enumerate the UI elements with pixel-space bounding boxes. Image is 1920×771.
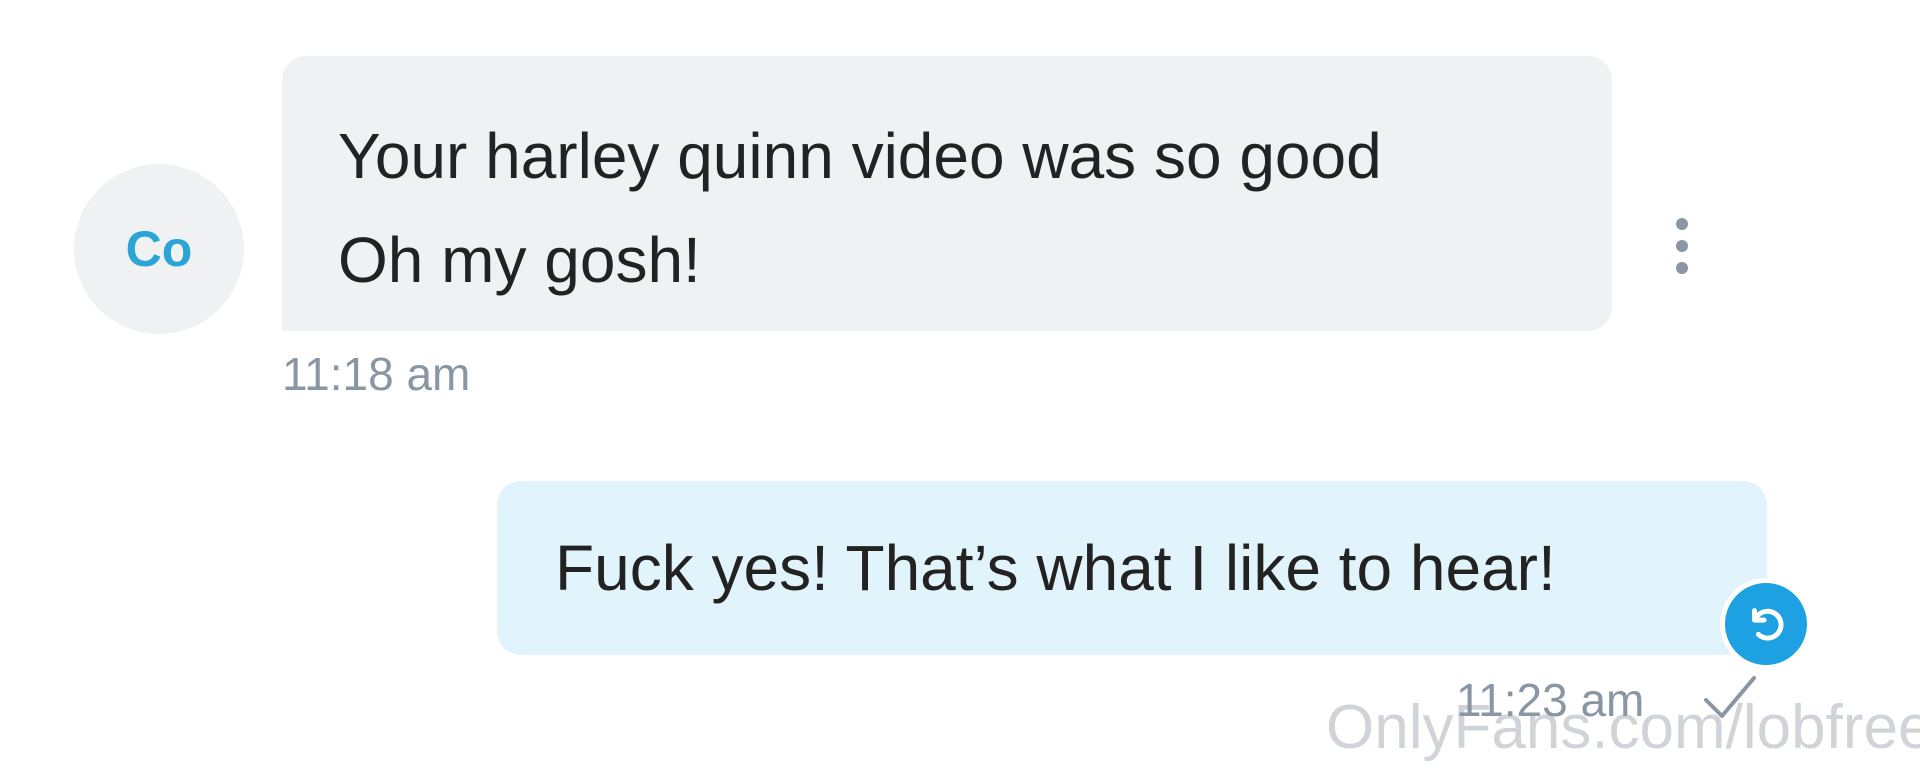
undo-button[interactable] (1720, 578, 1812, 670)
outgoing-message-text: Fuck yes! That’s what I like to hear! (555, 532, 1556, 604)
incoming-message-bubble[interactable]: Your harley quinn video was so good Oh m… (282, 56, 1612, 331)
outgoing-message-bubble[interactable]: Fuck yes! That’s what I like to hear! (497, 481, 1767, 655)
undo-icon (1752, 608, 1784, 641)
avatar-initials: Co (125, 221, 193, 277)
more-vertical-icon[interactable] (1665, 218, 1699, 274)
avatar[interactable]: Co (74, 164, 244, 334)
more-dot (1676, 240, 1688, 252)
outgoing-message-time: 11:23 am (1456, 674, 1645, 726)
incoming-message-line-2: Oh my gosh! (338, 224, 701, 296)
more-dot (1676, 218, 1688, 230)
incoming-message-line-1: Your harley quinn video was so good (338, 120, 1382, 192)
chat-thread: Co Your harley quinn video was so good O… (0, 0, 1920, 771)
incoming-message-time: 11:18 am (282, 348, 471, 400)
check-icon (1704, 676, 1756, 718)
more-dot (1676, 262, 1688, 274)
